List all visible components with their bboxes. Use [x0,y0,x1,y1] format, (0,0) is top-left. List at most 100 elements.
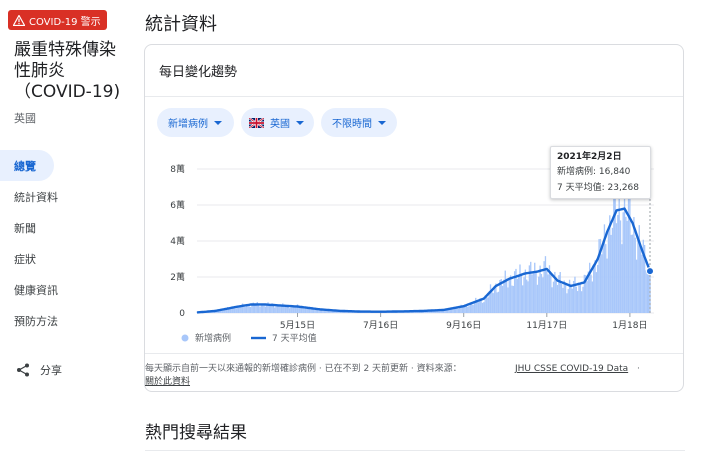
daily-case-bar [503,279,505,313]
daily-case-bar [275,306,277,313]
daily-case-bar [625,216,627,313]
daily-case-bar [511,285,513,313]
country-dropdown-label: 英國 [270,119,290,130]
daily-case-bar [526,279,528,313]
daily-case-bar [534,262,536,313]
daily-case-bar [508,279,510,313]
daily-case-bar [562,287,564,313]
daily-case-bar [249,306,252,313]
daily-case-bar [540,274,543,313]
daily-case-bar [520,273,523,313]
daily-case-bar [580,291,583,313]
metric-dropdown-label: 新增病例 [168,119,208,130]
daily-case-bar [229,308,232,313]
daily-case-bar [477,302,480,313]
footer-description: 每天顯示自前一天以來通報的新增確診病例 · 已在不到 2 天前更新 · 資料來源… [145,364,462,374]
disease-title: 嚴重特殊傳染性肺炎（COVID-19) [14,40,121,102]
daily-case-bar [483,302,485,313]
daily-case-bar [544,256,547,313]
daily-case-bar [233,308,236,313]
y-tick-label: 2萬 [170,271,185,283]
daily-case-bar [645,270,647,313]
tooltip-date: 2021年2月2日 [557,152,622,162]
daily-case-bar [294,307,296,313]
daily-case-bar [304,308,307,313]
sidebar-item-statistics[interactable]: 統計資料 [0,181,132,212]
uk-flag-icon [249,117,264,128]
daily-case-bar [496,292,498,313]
daily-case-bar [639,245,642,313]
daily-case-bar [582,286,584,313]
daily-case-bar [536,284,539,313]
tooltip-new-cases-label: 新增病例 [557,167,594,177]
daily-case-bar [575,286,577,313]
about-data-link[interactable]: 關於此資料 [145,376,190,389]
sidebar-item-label: 總覽 [14,159,36,173]
daily-case-bar [288,308,291,313]
data-source-link[interactable]: JHU CSSE COVID-19 Data [515,363,628,376]
daily-case-bar [538,276,540,313]
daily-case-bar [516,278,518,313]
daily-case-bar [244,307,246,313]
sidebar-item-prevention[interactable]: 預防方法 [0,305,132,336]
sidebar-item-label: 健康資訊 [14,283,58,297]
daily-case-bar [248,306,250,313]
covid-alert-badge[interactable]: COVID-19 警示 [8,10,107,30]
daily-case-bar [517,274,520,313]
daily-case-bar [593,266,595,313]
chevron-down-icon [378,120,386,125]
daily-case-bar [489,284,492,313]
sidebar: COVID-19 警示 嚴重特殊傳染性肺炎（COVID-19) 英國 總覽 統計… [0,0,132,457]
daily-case-bar [641,254,643,313]
sidebar-item-health-info[interactable]: 健康資訊 [0,274,132,305]
daily-case-bar [626,220,628,313]
daily-case-bar [629,196,631,313]
daily-case-bar [524,269,527,313]
daily-case-bar [617,214,619,313]
daily-case-bar [631,234,634,313]
daily-case-bar [574,276,576,313]
daily-case-bar [613,188,615,313]
share-button[interactable]: 分享 [16,362,62,378]
x-tick-label: 7月16日 [363,320,398,331]
metric-dropdown[interactable]: 新增病例 [157,108,234,137]
daily-case-bar [452,309,454,313]
share-label: 分享 [40,364,62,377]
tooltip-average-value: 23,268 [607,183,640,193]
y-tick-label: 4萬 [170,235,185,247]
tooltip-new-cases-value: 16,840 [598,167,631,177]
daily-case-bar [535,271,537,313]
hot-searches-divider [145,450,685,451]
daily-case-bar [308,308,311,313]
daily-case-bar [579,282,581,313]
x-tick-label: 9月16日 [446,320,481,331]
daily-case-bar [481,302,484,313]
daily-case-bar [509,275,512,313]
daily-case-bar [519,264,521,313]
daily-case-bar [512,285,514,313]
sidebar-item-overview[interactable]: 總覽 [0,150,54,181]
footer-divider [145,353,683,354]
chevron-down-icon [296,120,304,125]
time-range-dropdown[interactable]: 不限時間 [321,108,397,137]
daily-case-bar [563,280,565,313]
daily-case-bar [576,291,579,313]
daily-case-bar [284,306,287,313]
daily-case-bar [597,264,599,313]
daily-case-bar [442,310,445,313]
country-dropdown[interactable]: 英國 [241,108,314,137]
daily-case-bar [505,278,508,313]
daily-case-bar [622,212,624,313]
sidebar-item-news[interactable]: 新聞 [0,212,132,243]
daily-case-bar [255,304,257,313]
daily-case-bar [578,282,580,313]
daily-case-bar [611,227,614,313]
daily-case-bar [487,297,489,313]
daily-case-bar [570,283,572,313]
daily-case-bar [299,307,301,313]
daily-case-bar [504,270,506,313]
daily-case-bar [491,288,493,313]
sidebar-item-symptoms[interactable]: 症狀 [0,243,132,274]
daily-case-bar [605,244,607,313]
daily-case-bar [279,307,281,313]
